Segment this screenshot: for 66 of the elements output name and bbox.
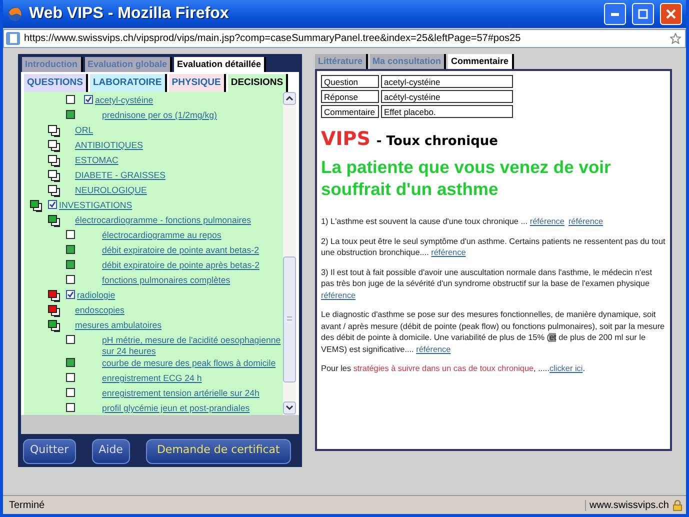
star-icon[interactable] xyxy=(670,33,681,44)
tree-item-link[interactable]: fonctions pulmonaires complètes xyxy=(102,274,230,286)
tree-item-link[interactable]: DIABETE - GRAISSES xyxy=(75,169,166,181)
table-cell: Commentaire xyxy=(321,105,379,118)
checkbox[interactable] xyxy=(66,290,75,299)
tree-item-link[interactable]: enregistrement tension artérielle sur 24h xyxy=(102,387,260,399)
tab[interactable]: DECISIONS xyxy=(228,74,288,92)
reference-link[interactable]: référence xyxy=(431,248,466,257)
window-title: Web VIPS - Mozilla Firefox xyxy=(29,5,230,23)
page-icon xyxy=(6,32,20,45)
table-cell: Effet placebo. xyxy=(381,105,513,118)
tree-item-link[interactable]: ANTIBIOTIQUES xyxy=(75,139,143,151)
close-button[interactable] xyxy=(660,3,682,25)
tree-item-link[interactable]: profil glycémie jeun et post-prandiales xyxy=(102,402,250,414)
page-subtitle: - Toux chronique xyxy=(376,134,498,149)
brand-title: VIPS xyxy=(321,128,370,150)
tab[interactable]: Commentaire xyxy=(448,54,514,69)
quit-button[interactable]: Quitter xyxy=(23,439,76,464)
tree-item-link[interactable]: électrocardiogramme - fonctions pulmonaires xyxy=(75,214,252,226)
tab[interactable]: PHYSIQUE xyxy=(168,74,226,92)
tree-item-link[interactable]: débit expiratoire de pointe avant betas-2 xyxy=(102,244,259,256)
tree-item-link[interactable]: INVESTIGATIONS xyxy=(59,199,132,211)
tree-item-link[interactable]: endoscopies xyxy=(75,304,124,316)
checkbox[interactable] xyxy=(84,95,93,104)
maximize-button[interactable] xyxy=(632,3,654,25)
tab[interactable]: QUESTIONS xyxy=(24,74,88,92)
paragraph: 3) Il est tout à fait possible d'avoir une auscultation normale dans l'asthme, le médecin n'est pas très bon juge de la sévérité d'un syndrome obstructif sur la base de l'examen physique référence xyxy=(321,266,654,301)
status-text: Terminé xyxy=(9,500,46,510)
close-icon xyxy=(666,9,676,19)
checkbox[interactable] xyxy=(48,200,57,209)
tree-item-link[interactable]: enregistrement ECG 24 h xyxy=(102,372,202,384)
paragraph: 2) La toux peut être le seul symptôme d'un asthme. Certains patients ne ressentent pas du tout une obstruction bronchique.... référence xyxy=(321,236,666,258)
reference-link[interactable]: référence xyxy=(416,344,451,354)
browser-globe-icon xyxy=(7,6,23,22)
minimize-icon xyxy=(611,12,619,16)
minimize-button[interactable] xyxy=(604,3,626,25)
reference-link[interactable]: clicker ici xyxy=(549,364,583,373)
tree-item-link[interactable]: prednisone per os (1/2mg/kg) xyxy=(102,109,217,121)
maximize-icon xyxy=(638,9,648,19)
tree-item-link[interactable]: débit expiratoire de pointe après betas-2 xyxy=(102,259,260,271)
help-button[interactable]: Aide xyxy=(92,439,130,464)
table-cell: acétyl-cystéine xyxy=(381,90,513,103)
tree-item-link[interactable]: radiologie xyxy=(77,289,116,301)
reference-link[interactable]: référence xyxy=(530,217,564,226)
scrollbar[interactable] xyxy=(283,92,296,415)
diagnosis-heading: La patiente que vous venez de voir souffrait d'un asthme xyxy=(321,156,612,200)
tree-item-link[interactable]: acetyl-cystéine xyxy=(95,94,154,106)
address-field[interactable]: https://www.swissvips.ch/vipsprod/vips/main.jsp?comp=caseSummaryPanel.tree&index=25&leftPage=57#pos25 xyxy=(3,29,686,48)
reference-link[interactable]: référence xyxy=(568,217,604,226)
tree-item-link[interactable]: électrocardiogramme au repos xyxy=(102,229,222,241)
status-domain: www.swissvips.ch xyxy=(590,500,669,510)
tree-item-link[interactable]: ORL xyxy=(75,124,94,136)
paragraph: 1) L'asthme est souvent la cause d'une toux chronique ... référence référence xyxy=(321,216,604,228)
tree-item-link[interactable]: NEUROLOGIQUE xyxy=(75,184,147,196)
reference-link[interactable]: référence xyxy=(321,290,356,300)
table-cell: acetyl-cystéine xyxy=(381,75,513,88)
table-cell: Réponse xyxy=(321,90,379,103)
certificate-button[interactable]: Demande de certificat xyxy=(146,439,291,464)
tree-item-link[interactable]: courbe de mesure des peak flows à domicile xyxy=(102,357,276,369)
padlock-icon xyxy=(673,500,682,510)
tab[interactable]: Evaluation détaillée xyxy=(174,57,266,72)
tab[interactable]: LABORATOIRE xyxy=(90,74,167,92)
table-cell: Question xyxy=(321,75,379,88)
tree-item-link[interactable]: mesures ambulatoires xyxy=(75,319,162,331)
paragraph: Pour les stratégies à suivre dans un cas de toux chronique, .....clicker ici. xyxy=(321,363,586,374)
tree-item-link[interactable]: ESTOMAC xyxy=(75,154,118,166)
